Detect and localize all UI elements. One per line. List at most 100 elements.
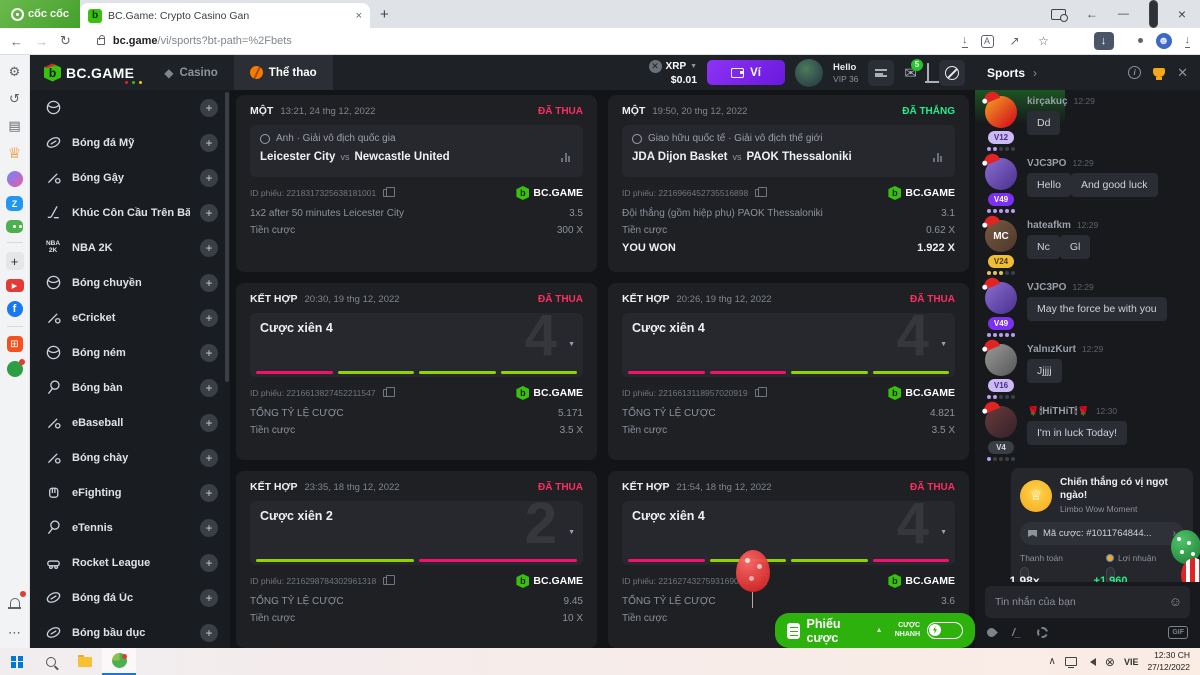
share-icon[interactable]: ↗ <box>1007 34 1023 48</box>
address-field[interactable]: bc.game/vi/sports?bt-path=%2Fbets <box>113 35 950 47</box>
shop-icon[interactable]: ⊞ <box>7 336 23 352</box>
stats-icon[interactable] <box>933 152 945 162</box>
rain-icon[interactable] <box>985 626 998 639</box>
inbox-button[interactable]: ✉5 <box>904 64 917 82</box>
history-icon[interactable]: ↺ <box>6 90 24 108</box>
win-announcement-card[interactable]: ♕ Chiến thắng có vị ngọt ngào! Limbo Wow… <box>1011 468 1193 582</box>
nav-casino[interactable]: ◆ Casino <box>148 55 234 90</box>
youtube-icon[interactable]: ▶ <box>6 279 24 292</box>
taskbar-search-icon[interactable] <box>34 648 68 675</box>
sidebar-sport-item[interactable]: Khúc Côn Cầu Trên Băng + <box>30 195 230 230</box>
add-sport-button[interactable]: + <box>200 309 218 327</box>
match-box[interactable]: Cược xiên 4 4 ▼ <box>250 313 583 377</box>
add-sport-button[interactable]: + <box>200 99 218 117</box>
match-box[interactable]: Cược xiên 4 4 ▼ <box>622 501 955 565</box>
user-info[interactable]: Hello VIP 36 <box>833 62 858 84</box>
wallet-button[interactable]: Ví <box>707 60 785 85</box>
translate-icon[interactable]: A <box>981 35 994 48</box>
gif-icon[interactable]: GIF <box>1168 626 1188 639</box>
zalo-icon[interactable]: Z <box>6 196 23 211</box>
sidebar-sport-item[interactable]: NBA 2K NBA 2K + <box>30 230 230 265</box>
download-active-icon[interactable]: ↓ <box>1094 32 1114 50</box>
username[interactable]: kirçakuç <box>1027 96 1068 107</box>
crown-icon[interactable]: ♕ <box>6 144 24 162</box>
trophy-icon[interactable] <box>1153 68 1165 77</box>
match-box[interactable]: Anh · Giải vô địch quốc gia Leicester Ci… <box>250 125 583 177</box>
copy-icon[interactable] <box>383 389 390 397</box>
add-sport-button[interactable]: + <box>200 554 218 572</box>
clock[interactable]: 12:30 CH 27/12/2022 <box>1147 650 1190 672</box>
add-sport-button[interactable]: + <box>200 379 218 397</box>
menu-button[interactable] <box>868 60 894 86</box>
bet-code-pill[interactable]: Mã cược: #1011764844... › <box>1020 522 1184 545</box>
minimize-button[interactable]: — <box>1118 8 1129 20</box>
add-sport-button[interactable]: + <box>200 484 218 502</box>
chat-message-input[interactable] <box>985 586 1190 618</box>
match-box[interactable]: Giao hữu quốc tế · Giải vô địch thế giới… <box>622 125 955 177</box>
avatar[interactable] <box>985 406 1017 438</box>
add-sport-button[interactable]: + <box>200 589 218 607</box>
avatar[interactable] <box>985 96 1017 128</box>
sidebar-sport-item[interactable]: Bóng chuyền + <box>30 265 230 300</box>
feed-icon[interactable]: ▤ <box>6 117 24 135</box>
avatar[interactable] <box>985 158 1017 190</box>
sidebar-sport-item[interactable]: eTennis + <box>30 510 230 545</box>
sidebar-sport-item[interactable]: Rocket League + <box>30 545 230 580</box>
add-sport-button[interactable]: + <box>200 134 218 152</box>
close-button[interactable]: × <box>1178 6 1186 22</box>
tab-close-icon[interactable]: × <box>356 10 362 22</box>
add-sport-button[interactable]: + <box>200 274 218 292</box>
chat-toggle-button[interactable] <box>939 60 965 86</box>
quick-bet-toggle[interactable] <box>927 622 963 639</box>
user-avatar[interactable] <box>795 59 823 87</box>
emoji-icon[interactable]: ☺ <box>1169 594 1182 609</box>
volume-icon[interactable] <box>1086 658 1096 666</box>
file-explorer-icon[interactable] <box>68 648 102 675</box>
expand-caret-icon[interactable]: ▼ <box>568 341 575 348</box>
bcgame-logo[interactable]: b BC.GAME <box>30 64 148 82</box>
add-sport-button[interactable]: + <box>200 169 218 187</box>
avatar[interactable] <box>985 282 1017 314</box>
sidebar-sport-item[interactable]: Bóng bầu dục + <box>30 615 230 648</box>
expand-caret-icon[interactable]: ▼ <box>940 341 947 348</box>
sidebar-sport-item[interactable]: Bóng Gậy + <box>30 160 230 195</box>
nav-sports[interactable]: Thể thao <box>234 55 333 90</box>
notifications-bell-icon[interactable] <box>6 593 24 611</box>
copy-icon[interactable] <box>383 577 390 585</box>
add-sport-button[interactable]: + <box>200 239 218 257</box>
back-button[interactable]: ← <box>10 34 23 49</box>
sidebar-sport-item[interactable]: Bóng ném + <box>30 335 230 370</box>
add-sport-button[interactable]: + <box>200 414 218 432</box>
sidebar-sport-item[interactable]: eBaseball + <box>30 405 230 440</box>
expand-caret-icon[interactable]: ▼ <box>940 529 947 536</box>
copy-icon[interactable] <box>755 389 762 397</box>
lock-icon[interactable] <box>97 38 105 45</box>
bookmark-star-icon[interactable]: ☆ <box>1036 34 1052 48</box>
reopen-tab-icon[interactable]: ← <box>1086 7 1098 21</box>
add-sport-button[interactable]: + <box>200 344 218 362</box>
username[interactable]: YalnızKurt <box>1027 344 1076 355</box>
browser-tab[interactable]: b BC.Game: Crypto Casino Gan × <box>80 3 370 28</box>
currency-selector[interactable]: ✕XRP▼ $0.01 <box>649 60 698 86</box>
profile-avatar[interactable]: ☻ <box>1156 33 1172 49</box>
forward-button[interactable]: → <box>35 34 48 49</box>
info-icon[interactable]: i <box>1128 66 1141 79</box>
chat-room-name[interactable]: Sports <box>987 66 1025 80</box>
add-sport-button[interactable]: + <box>200 204 218 222</box>
maximize-button[interactable] <box>1149 0 1158 28</box>
add-sport-button[interactable]: + <box>200 449 218 467</box>
chat-close-icon[interactable]: ✕ <box>1177 65 1188 81</box>
plus-icon[interactable]: + <box>6 252 24 270</box>
sidebar-sport-item[interactable]: Bóng đá Úc + <box>30 580 230 615</box>
username[interactable]: VJC3PO <box>1027 158 1066 169</box>
username[interactable]: 🌹🕯HiTHiT🕯🌹 <box>1027 406 1090 417</box>
coccoc-brand[interactable]: cốc cốc <box>0 0 80 28</box>
sidebar-sport-item[interactable]: + <box>30 90 230 125</box>
match-box[interactable]: Cược xiên 2 2 ▼ <box>250 501 583 565</box>
new-tab-button[interactable]: + <box>380 7 389 22</box>
messenger-icon[interactable] <box>7 171 23 187</box>
language-indicator[interactable]: VIE <box>1124 657 1139 667</box>
coin-chip-icon[interactable] <box>1037 627 1048 638</box>
tray-app-icon[interactable]: ⊗ <box>1105 655 1115 669</box>
sidebar-sport-item[interactable]: eFighting + <box>30 475 230 510</box>
